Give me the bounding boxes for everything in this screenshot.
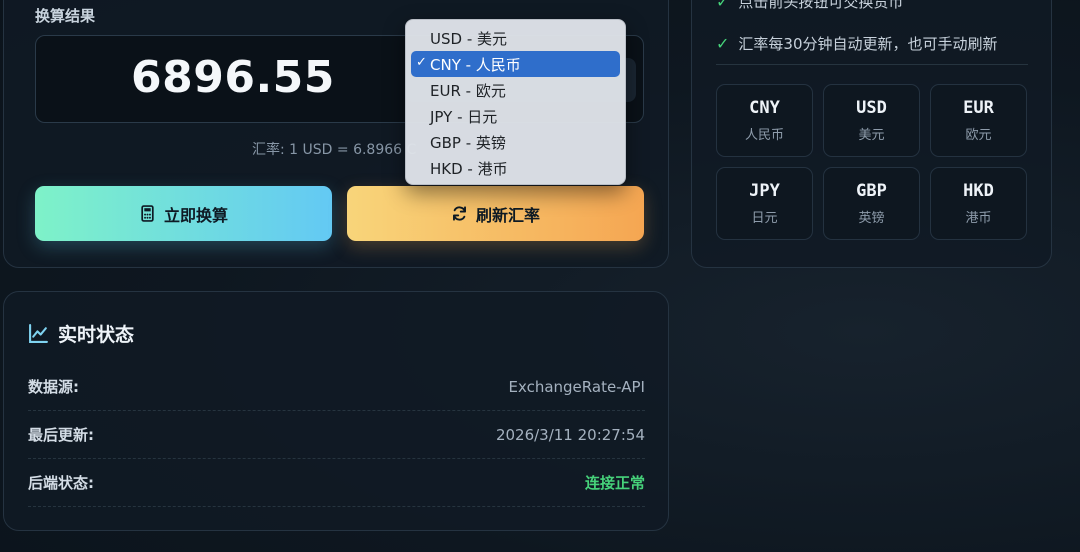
dropdown-option-gbp[interactable]: GBP - 英镑: [411, 129, 620, 155]
currency-code: GBP: [856, 181, 887, 201]
dropdown-option-cny[interactable]: ✓ CNY - 人民币: [411, 51, 620, 77]
result-title: 换算结果: [35, 7, 96, 25]
result-value: 6896.55: [131, 52, 335, 103]
tip-text: 点击前头按钮可交换货币: [738, 0, 904, 11]
tip-item: ✓ 汇率每30分钟自动更新，也可手动刷新: [716, 33, 998, 54]
dropdown-option-eur[interactable]: EUR - 欧元: [411, 77, 620, 103]
dropdown-option-jpy[interactable]: JPY - 日元: [411, 103, 620, 129]
option-label: CNY - 人民币: [430, 55, 521, 74]
status-row-source: 数据源: ExchangeRate-API: [28, 363, 645, 411]
option-label: EUR - 欧元: [430, 81, 506, 100]
status-header: 实时状态: [28, 320, 134, 347]
currency-name: 美元: [858, 128, 885, 143]
currency-code: USD: [856, 98, 887, 118]
currency-chip-jpy[interactable]: JPY 日元: [716, 167, 813, 240]
calculator-icon: [141, 205, 154, 222]
status-key: 后端状态:: [28, 474, 94, 492]
option-label: GBP - 英镑: [430, 133, 506, 152]
status-row-backend: 后端状态: 连接正常: [28, 459, 645, 507]
tip-item: ✓ 点击前头按钮可交换货币: [716, 0, 903, 12]
dropdown-option-usd[interactable]: USD - 美元: [411, 25, 620, 51]
refresh-button-label: 刷新汇率: [475, 205, 540, 225]
currency-name: 港币: [965, 211, 992, 226]
currency-code: HKD: [963, 181, 994, 201]
option-label: USD - 美元: [430, 29, 507, 48]
convert-button[interactable]: 立即换算: [35, 186, 332, 241]
check-icon: ✓: [416, 55, 427, 70]
option-label: JPY - 日元: [430, 107, 498, 126]
status-card: 实时状态 数据源: ExchangeRate-API 最后更新: 2026/3/…: [3, 291, 669, 531]
divider: [716, 64, 1028, 65]
currency-name: 人民币: [744, 128, 784, 143]
check-icon: ✓: [716, 34, 730, 53]
currency-code: JPY: [749, 181, 780, 201]
currency-chip-hkd[interactable]: HKD 港币: [930, 167, 1027, 240]
convert-button-label: 立即换算: [163, 205, 228, 225]
currency-grid: CNY 人民币 USD 美元 EUR 欧元 JPY 日元 GBP 英镑 HKD …: [716, 84, 1027, 240]
refresh-icon: [453, 206, 466, 221]
page: 换算结果 6896.55 汇率: 1 USD = 6.8966 C 立即换算 刷…: [0, 0, 1080, 552]
currency-name: 英镑: [858, 211, 885, 226]
status-row-updated: 最后更新: 2026/3/11 20:27:54: [28, 411, 645, 459]
tips-card: ✓ 点击前头按钮可交换货币 ✓ 汇率每30分钟自动更新，也可手动刷新 CNY 人…: [691, 0, 1052, 268]
currency-chip-cny[interactable]: CNY 人民币: [716, 84, 813, 157]
rate-text: 汇率: 1 USD = 6.8966 C: [252, 142, 417, 158]
status-key: 数据源:: [28, 378, 79, 396]
chart-line-icon: [29, 324, 48, 343]
currency-name: 欧元: [965, 128, 992, 143]
status-value: 2026/3/11 20:27:54: [495, 425, 645, 444]
currency-code: EUR: [963, 98, 994, 118]
dropdown-option-hkd[interactable]: HKD - 港币: [411, 155, 620, 181]
option-label: HKD - 港币: [430, 159, 508, 178]
check-icon: ✓: [716, 0, 730, 11]
currency-code: CNY: [749, 98, 780, 118]
status-title: 实时状态: [58, 324, 135, 346]
status-key: 最后更新:: [28, 426, 94, 444]
tip-text: 汇率每30分钟自动更新，也可手动刷新: [738, 35, 998, 53]
currency-dropdown-list: USD - 美元 ✓ CNY - 人民币 EUR - 欧元 JPY - 日元 G…: [405, 19, 626, 185]
status-badge: 连接正常: [584, 474, 645, 492]
currency-chip-gbp[interactable]: GBP 英镑: [823, 167, 920, 240]
refresh-rate-button[interactable]: 刷新汇率: [347, 186, 644, 241]
currency-name: 日元: [751, 211, 778, 226]
status-value: ExchangeRate-API: [508, 377, 645, 396]
currency-chip-eur[interactable]: EUR 欧元: [930, 84, 1027, 157]
currency-chip-usd[interactable]: USD 美元: [823, 84, 920, 157]
